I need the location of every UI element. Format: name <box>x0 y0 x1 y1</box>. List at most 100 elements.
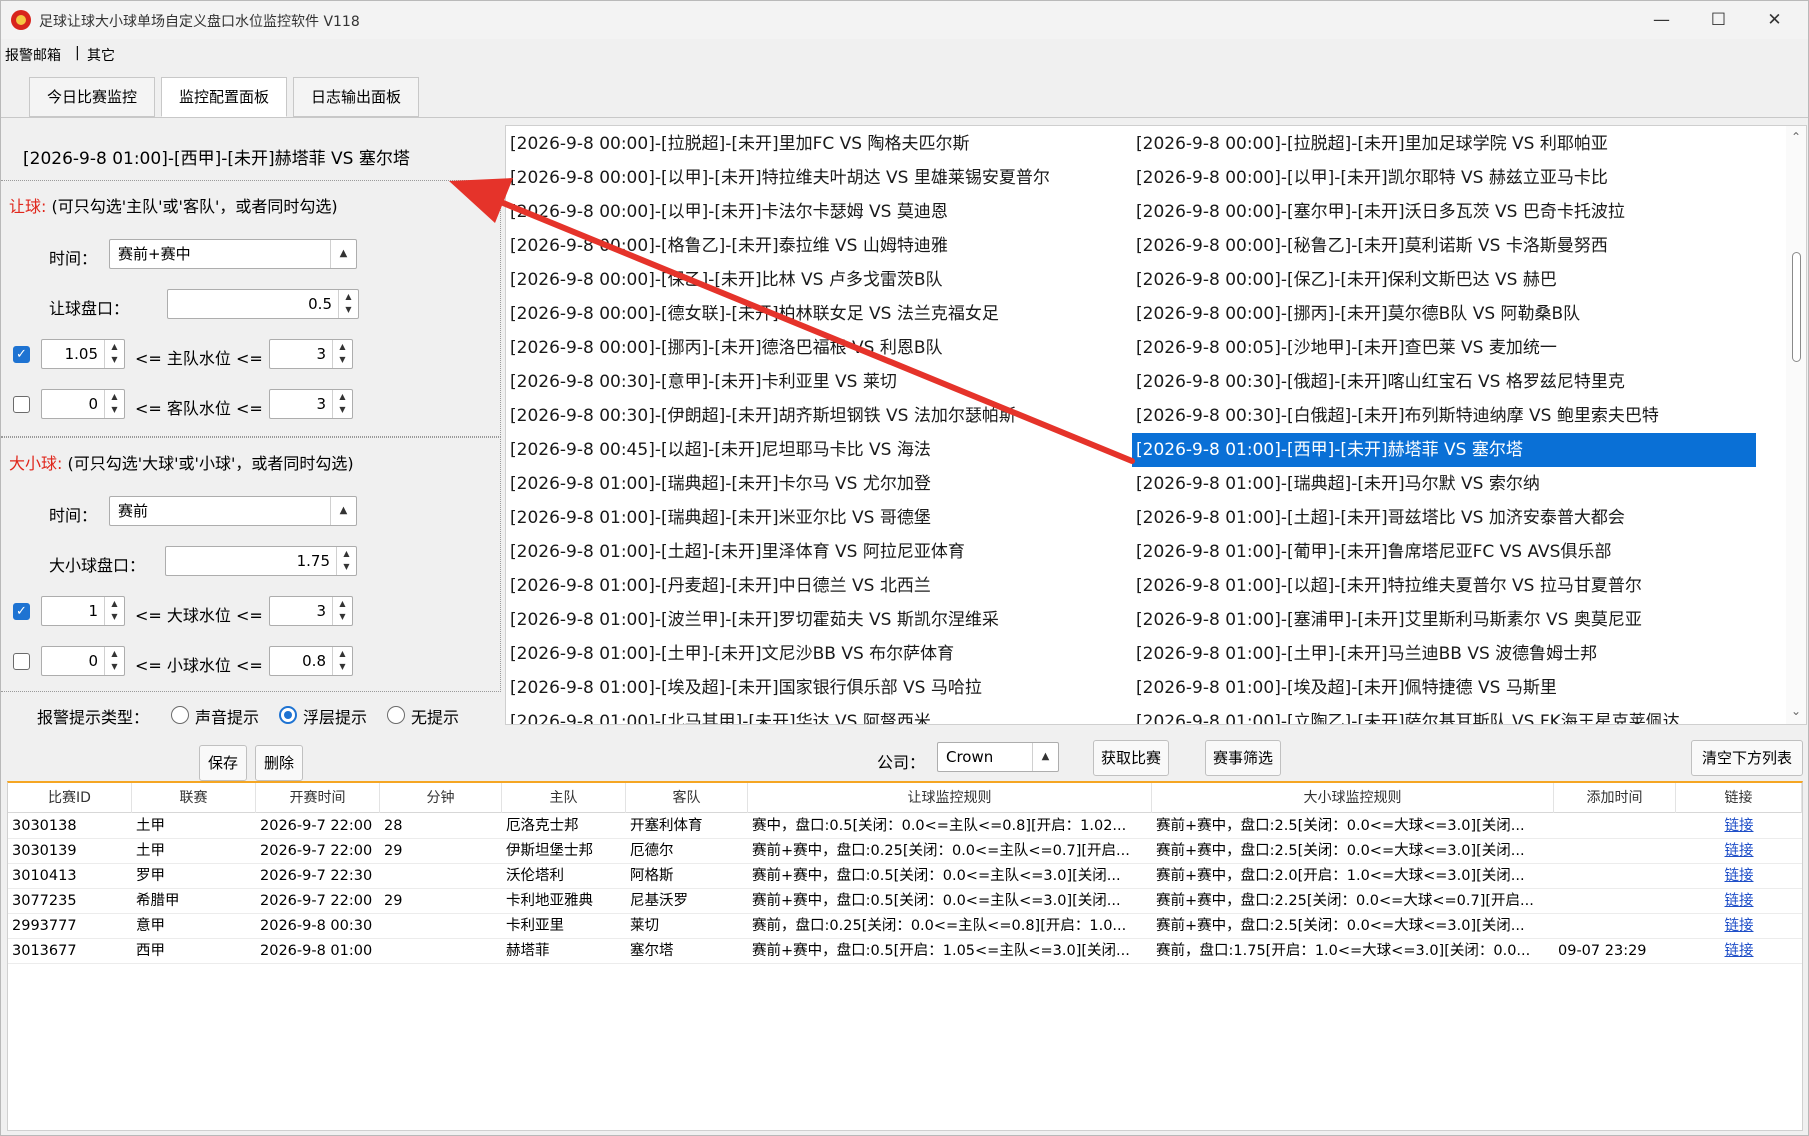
match-list-item[interactable]: [2026-9-8 01:00]-[土超]-[未开]哥兹塔比 VS 加济安泰普大… <box>1132 501 1756 535</box>
match-link[interactable]: 链接 <box>1676 939 1802 964</box>
match-link[interactable]: 链接 <box>1676 814 1802 839</box>
alert-popup-radio[interactable] <box>279 706 297 724</box>
match-link[interactable]: 链接 <box>1676 864 1802 889</box>
table-header-cell[interactable]: 比赛ID <box>8 783 132 813</box>
tab-today-monitor[interactable]: 今日比赛监控 <box>29 77 155 117</box>
match-list-item[interactable]: [2026-9-8 01:00]-[丹麦超]-[未开]中日德兰 VS 北西兰 <box>506 569 1130 603</box>
save-button[interactable]: 保存 <box>199 745 247 781</box>
handicap-line-spinner[interactable]: 0.5 ▲ ▼ <box>167 289 359 319</box>
tab-log-output[interactable]: 日志输出面板 <box>293 77 419 117</box>
alert-popup-label[interactable]: 浮层提示 <box>303 704 367 728</box>
over-max-spinner[interactable]: 3 ▲ ▼ <box>269 596 353 626</box>
filter-matches-button[interactable]: 赛事筛选 <box>1205 740 1281 776</box>
table-row[interactable]: 3077235 希腊甲 2026-9-7 22:00 29 卡利地亚雅典 尼基沃罗 赛前+赛… <box>8 889 1802 914</box>
away-water-checkbox[interactable] <box>13 396 30 413</box>
tab-monitor-config[interactable]: 监控配置面板 <box>161 77 287 117</box>
match-list-item[interactable]: [2026-9-8 01:00]-[波兰甲]-[未开]罗切霍茹夫 VS 斯凯尔涅… <box>506 603 1130 637</box>
match-list-item[interactable]: [2026-9-8 00:45]-[以超]-[未开]尼坦耶马卡比 VS 海法 <box>506 433 1130 467</box>
under-max-spinner[interactable]: 0.8 ▲ ▼ <box>269 646 353 676</box>
away-min-spinner[interactable]: 0 ▲ ▼ <box>41 389 125 419</box>
ou-line-spinner[interactable]: 1.75 ▲ ▼ <box>165 546 357 576</box>
table-header-cell[interactable]: 主队 <box>502 783 626 813</box>
match-list-item[interactable]: [2026-9-8 01:00]-[土甲]-[未开]马兰迪BB VS 波德鲁姆士… <box>1132 637 1756 671</box>
menu-other[interactable]: 其它 <box>87 45 115 65</box>
match-list-item[interactable]: [2026-9-8 00:00]-[保乙]-[未开]保利文斯巴达 VS 赫巴 <box>1132 263 1756 297</box>
spinner-arrows-icon[interactable]: ▲ ▼ <box>104 647 124 675</box>
match-list-item[interactable]: [2026-9-8 00:00]-[挪丙]-[未开]德洛巴福根 VS 利恩B队 <box>506 331 1130 365</box>
over-min-spinner[interactable]: 1 ▲ ▼ <box>41 596 125 626</box>
match-list-item[interactable]: [2026-9-8 00:00]-[以甲]-[未开]凯尔耶特 VS 赫兹立亚马卡… <box>1132 161 1756 195</box>
spinner-arrows-icon[interactable]: ▲ ▼ <box>332 597 352 625</box>
alert-none-label[interactable]: 无提示 <box>411 704 459 728</box>
delete-button[interactable]: 删除 <box>255 745 303 781</box>
spinner-arrows-icon[interactable]: ▲ ▼ <box>332 340 352 368</box>
match-list-item[interactable]: [2026-9-8 00:00]-[以甲]-[未开]特拉维夫叶胡达 VS 里雄莱… <box>506 161 1130 195</box>
scroll-down-icon[interactable]: ⌄ <box>1786 704 1806 718</box>
match-list-item[interactable]: [2026-9-8 00:00]-[德女联]-[未开]柏林联女足 VS 法兰克福… <box>506 297 1130 331</box>
match-link[interactable]: 链接 <box>1676 839 1802 864</box>
home-water-checkbox[interactable]: ✓ <box>13 346 30 363</box>
match-list-item[interactable]: [2026-9-8 01:00]-[瑞典超]-[未开]马尔默 VS 索尔纳 <box>1132 467 1756 501</box>
match-link[interactable]: 链接 <box>1676 914 1802 939</box>
spinner-arrows-icon[interactable]: ▲ ▼ <box>332 390 352 418</box>
table-header-cell[interactable]: 链接 <box>1676 783 1802 813</box>
table-header-cell[interactable]: 添加时间 <box>1554 783 1676 813</box>
match-list-item[interactable]: [2026-9-8 00:05]-[沙地甲]-[未开]查巴莱 VS 麦加统一 <box>1132 331 1756 365</box>
table-row[interactable]: 3030139 土甲 2026-9-7 22:00 29 伊斯坦堡士邦 厄德尔 赛前+赛中，… <box>8 839 1802 864</box>
table-row[interactable]: 3013677 西甲 2026-9-8 01:00 赫塔菲 塞尔塔 赛前+赛中，盘口:0.… <box>8 939 1802 964</box>
table-row[interactable]: 2993777 意甲 2026-9-8 00:30 卡利亚里 莱切 赛前，盘口:0.25[… <box>8 914 1802 939</box>
under-min-spinner[interactable]: 0 ▲ ▼ <box>41 646 125 676</box>
table-header-cell[interactable]: 开赛时间 <box>256 783 380 813</box>
table-header-cell[interactable]: 联赛 <box>132 783 256 813</box>
match-list-item[interactable]: [2026-9-8 00:00]-[秘鲁乙]-[未开]莫利诺斯 VS 卡洛斯曼努… <box>1132 229 1756 263</box>
minimize-button[interactable]: — <box>1634 1 1689 39</box>
maximize-button[interactable]: ☐ <box>1691 1 1746 39</box>
away-max-spinner[interactable]: 3 ▲ ▼ <box>269 389 353 419</box>
clear-list-button[interactable]: 清空下方列表 <box>1691 740 1803 776</box>
match-list-item[interactable]: [2026-9-8 01:00]-[以超]-[未开]特拉维夫夏普尔 VS 拉马甘… <box>1132 569 1756 603</box>
scroll-thumb[interactable] <box>1792 252 1801 362</box>
match-list-item[interactable]: [2026-9-8 01:00]-[瑞典超]-[未开]卡尔马 VS 尤尔加登 <box>506 467 1130 501</box>
table-header-cell[interactable]: 让球监控规则 <box>748 783 1152 813</box>
alert-sound-radio[interactable] <box>171 706 189 724</box>
match-list-item[interactable]: [2026-9-8 00:30]-[伊朗超]-[未开]胡齐斯坦钢铁 VS 法加尔… <box>506 399 1130 433</box>
ou-time-select[interactable]: 赛前 ▲ <box>109 496 357 526</box>
spinner-arrows-icon[interactable]: ▲ ▼ <box>104 597 124 625</box>
company-select[interactable]: Crown ▲ <box>937 742 1059 772</box>
match-list-item[interactable]: [2026-9-8 01:00]-[土甲]-[未开]文尼沙BB VS 布尔萨体育 <box>506 637 1130 671</box>
match-list[interactable]: [2026-9-8 00:00]-[拉脱超]-[未开]里加FC VS 陶格夫匹尔… <box>505 125 1807 725</box>
table-header-cell[interactable]: 分钟 <box>380 783 502 813</box>
match-link[interactable]: 链接 <box>1676 889 1802 914</box>
match-list-item[interactable]: [2026-9-8 01:00]-[瑞典超]-[未开]米亚尔比 VS 哥德堡 <box>506 501 1130 535</box>
table-row[interactable]: 3030138 土甲 2026-9-7 22:00 28 厄洛克士邦 开塞利体育 赛中，盘口… <box>8 814 1802 839</box>
match-list-item[interactable]: [2026-9-8 00:30]-[意甲]-[未开]卡利亚里 VS 莱切 <box>506 365 1130 399</box>
close-button[interactable]: ✕ <box>1747 1 1802 39</box>
match-list-item[interactable]: [2026-9-8 01:00]-[塞浦甲]-[未开]艾里斯利马斯素尔 VS 奥… <box>1132 603 1756 637</box>
table-row[interactable]: 3010413 罗甲 2026-9-7 22:30 沃伦塔利 阿格斯 赛前+赛中，盘口:0… <box>8 864 1802 889</box>
match-list-item[interactable]: [2026-9-8 00:00]-[以甲]-[未开]卡法尔卡瑟姆 VS 莫迪恩 <box>506 195 1130 229</box>
scroll-up-icon[interactable]: ⌃ <box>1786 130 1806 144</box>
match-list-item[interactable]: [2026-9-8 00:30]-[俄超]-[未开]喀山红宝石 VS 格罗兹尼特… <box>1132 365 1756 399</box>
spinner-arrows-icon[interactable]: ▲ ▼ <box>338 290 358 318</box>
match-list-item[interactable]: [2026-9-8 01:00]-[西甲]-[未开]赫塔菲 VS 塞尔塔 <box>1132 433 1756 467</box>
spinner-arrows-icon[interactable]: ▲ ▼ <box>104 340 124 368</box>
match-list-item[interactable]: [2026-9-8 00:00]-[拉脱超]-[未开]里加足球学院 VS 利耶帕… <box>1132 127 1756 161</box>
alert-sound-label[interactable]: 声音提示 <box>195 704 259 728</box>
match-list-item[interactable]: [2026-9-8 00:00]-[格鲁乙]-[未开]泰拉维 VS 山姆特迪雅 <box>506 229 1130 263</box>
match-list-item[interactable]: [2026-9-8 01:00]-[埃及超]-[未开]佩特捷德 VS 马斯里 <box>1132 671 1756 705</box>
spinner-arrows-icon[interactable]: ▲ ▼ <box>104 390 124 418</box>
handicap-time-select[interactable]: 赛前+赛中 ▲ <box>109 239 357 269</box>
home-max-spinner[interactable]: 3 ▲ ▼ <box>269 339 353 369</box>
match-list-item[interactable]: [2026-9-8 01:00]-[埃及超]-[未开]国家银行俱乐部 VS 马哈… <box>506 671 1130 705</box>
match-list-item[interactable]: [2026-9-8 00:00]-[挪丙]-[未开]莫尔德B队 VS 阿勒桑B队 <box>1132 297 1756 331</box>
alert-none-radio[interactable] <box>387 706 405 724</box>
under-water-checkbox[interactable] <box>13 653 30 670</box>
match-list-item[interactable]: [2026-9-8 00:00]-[塞尔甲]-[未开]沃日多瓦茨 VS 巴奇卡托… <box>1132 195 1756 229</box>
match-list-item[interactable]: [2026-9-8 01:00]-[葡甲]-[未开]鲁席塔尼亚FC VS AVS… <box>1132 535 1756 569</box>
spinner-arrows-icon[interactable]: ▲ ▼ <box>336 547 356 575</box>
fetch-matches-button[interactable]: 获取比赛 <box>1093 740 1169 776</box>
menu-alert-email[interactable]: 报警邮箱 <box>5 45 61 65</box>
over-water-checkbox[interactable]: ✓ <box>13 603 30 620</box>
match-list-item[interactable]: [2026-9-8 00:00]-[拉脱超]-[未开]里加FC VS 陶格夫匹尔… <box>506 127 1130 161</box>
match-list-item[interactable]: [2026-9-8 00:30]-[白俄超]-[未开]布列斯特迪纳摩 VS 鲍里… <box>1132 399 1756 433</box>
